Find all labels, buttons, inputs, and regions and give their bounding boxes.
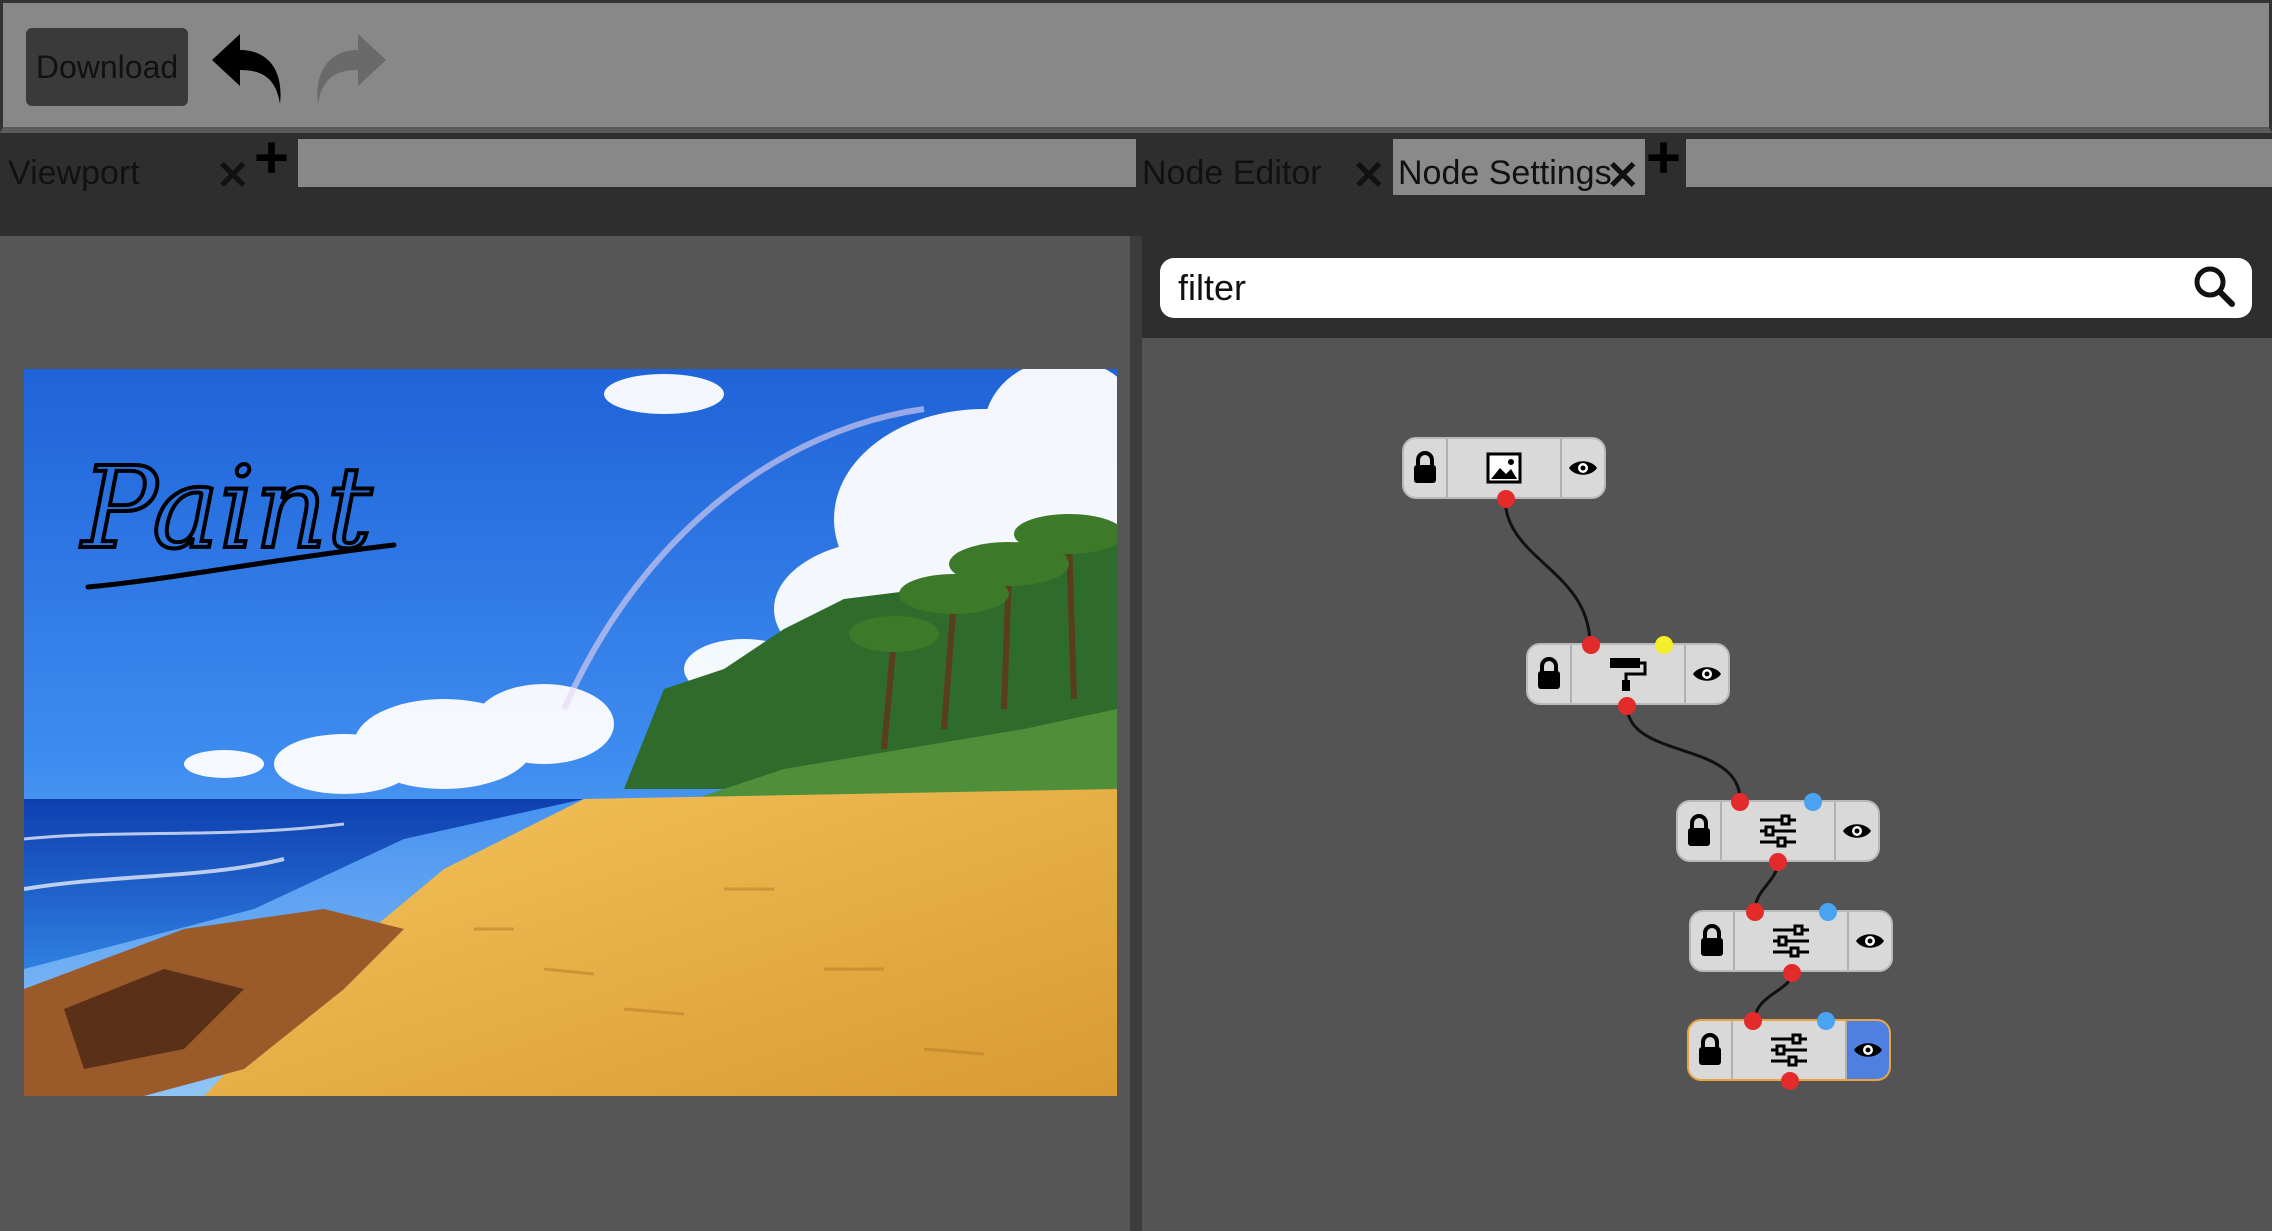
eye-icon[interactable] bbox=[1560, 439, 1604, 497]
tab-node-settings-label: Node Settings bbox=[1398, 154, 1612, 192]
output-port[interactable] bbox=[1618, 697, 1636, 715]
param-input-port[interactable] bbox=[1804, 793, 1822, 811]
undo-arrow-icon[interactable] bbox=[210, 28, 286, 108]
lock-icon[interactable] bbox=[1678, 802, 1722, 860]
tab-node-editor-close-icon[interactable]: ✕ bbox=[1352, 156, 1386, 196]
add-tab-right-icon[interactable]: + bbox=[1646, 128, 1681, 188]
paint-overlay-text: Paint bbox=[80, 444, 373, 574]
lock-icon[interactable] bbox=[1691, 912, 1735, 970]
viewport-image[interactable]: Paint bbox=[24, 369, 1117, 1096]
tab-node-editor[interactable]: Node Editor bbox=[1142, 139, 1322, 195]
node-adjust-2[interactable] bbox=[1689, 910, 1893, 972]
tab-node-editor-label: Node Editor bbox=[1142, 154, 1322, 192]
output-port[interactable] bbox=[1781, 1072, 1799, 1090]
input-port[interactable] bbox=[1744, 1012, 1762, 1030]
input-port[interactable] bbox=[1731, 793, 1749, 811]
node-editor-canvas[interactable] bbox=[1142, 338, 2272, 1231]
search-field[interactable] bbox=[1160, 258, 2252, 318]
download-button[interactable]: Download bbox=[26, 28, 188, 106]
tab-node-settings-close-icon[interactable]: ✕ bbox=[1606, 156, 1640, 196]
eye-icon[interactable] bbox=[1845, 1021, 1889, 1079]
lock-icon[interactable] bbox=[1528, 645, 1572, 703]
panel-divider[interactable] bbox=[1130, 236, 1142, 1231]
mask-input-port[interactable] bbox=[1655, 636, 1673, 654]
tab-viewport-close-icon[interactable]: ✕ bbox=[216, 156, 250, 196]
tab-strip-left bbox=[298, 139, 1136, 187]
input-port[interactable] bbox=[1582, 636, 1600, 654]
eye-icon[interactable] bbox=[1834, 802, 1878, 860]
lock-icon[interactable] bbox=[1689, 1021, 1733, 1079]
param-input-port[interactable] bbox=[1819, 903, 1837, 921]
eye-icon[interactable] bbox=[1847, 912, 1891, 970]
add-tab-left-icon[interactable]: + bbox=[254, 128, 289, 188]
tab-viewport[interactable]: Viewport bbox=[8, 139, 140, 195]
image-icon bbox=[1448, 439, 1560, 497]
tab-viewport-label: Viewport bbox=[8, 154, 140, 192]
redo-arrow-icon[interactable] bbox=[312, 28, 388, 108]
output-port[interactable] bbox=[1497, 490, 1515, 508]
search-input[interactable] bbox=[1176, 266, 2192, 310]
output-port[interactable] bbox=[1769, 853, 1787, 871]
node-paint[interactable] bbox=[1526, 643, 1730, 705]
lock-icon[interactable] bbox=[1404, 439, 1448, 497]
eye-icon[interactable] bbox=[1684, 645, 1728, 703]
param-input-port[interactable] bbox=[1817, 1012, 1835, 1030]
magnifier-icon[interactable] bbox=[2192, 264, 2236, 313]
input-port[interactable] bbox=[1746, 903, 1764, 921]
tab-strip-right bbox=[1686, 139, 2272, 187]
output-port[interactable] bbox=[1783, 964, 1801, 982]
tab-node-settings[interactable]: Node Settings bbox=[1398, 139, 1612, 195]
